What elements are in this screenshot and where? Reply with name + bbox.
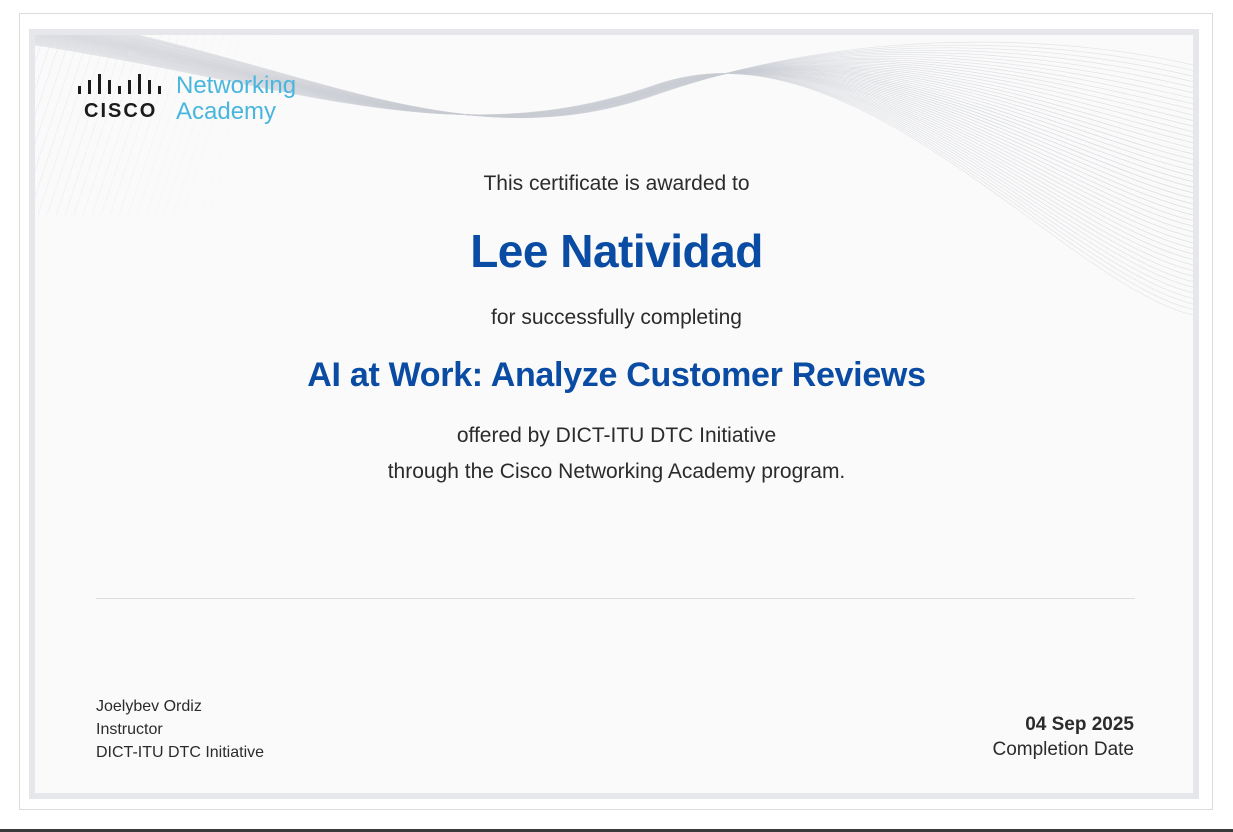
instructor-organization: DICT-ITU DTC Initiative [96, 744, 265, 761]
logo-networking-text: Networking [176, 72, 297, 99]
certificate-page: cisco Networking Academy This certificat… [0, 0, 1233, 832]
certificate-inner-border [29, 29, 1199, 799]
completion-date-block: 04 Sep 2025 Completion Date [992, 712, 1134, 762]
recipient-name: Lee Natividad [470, 225, 763, 277]
awarded-to-text: This certificate is awarded to [483, 172, 750, 195]
course-title: AI at Work: Analyze Customer Reviews [307, 356, 926, 394]
offered-by-text: offered by DICT-ITU DTC Initiative [456, 424, 777, 447]
instructor-signature-block: Joelybev Ordiz Instructor DICT-ITU DTC I… [96, 695, 264, 764]
program-text: through the Cisco Networking Academy pro… [387, 460, 846, 483]
cisco-networking-academy-logo: cisco Networking Academy [76, 70, 316, 130]
completion-date-label: Completion Date [992, 739, 1134, 760]
decorative-wave-lines [35, 35, 1193, 316]
cisco-bridge-logo-icon [78, 74, 161, 94]
completion-date: 04 Sep 2025 [1025, 714, 1134, 735]
instructor-role: Instructor [96, 721, 163, 738]
divider-line [96, 598, 1135, 599]
cisco-wordmark: cisco [84, 100, 158, 122]
completing-text: for successfully completing [491, 306, 742, 329]
instructor-name: Joelybev Ordiz [96, 698, 202, 715]
logo-academy-text: Academy [176, 98, 277, 125]
